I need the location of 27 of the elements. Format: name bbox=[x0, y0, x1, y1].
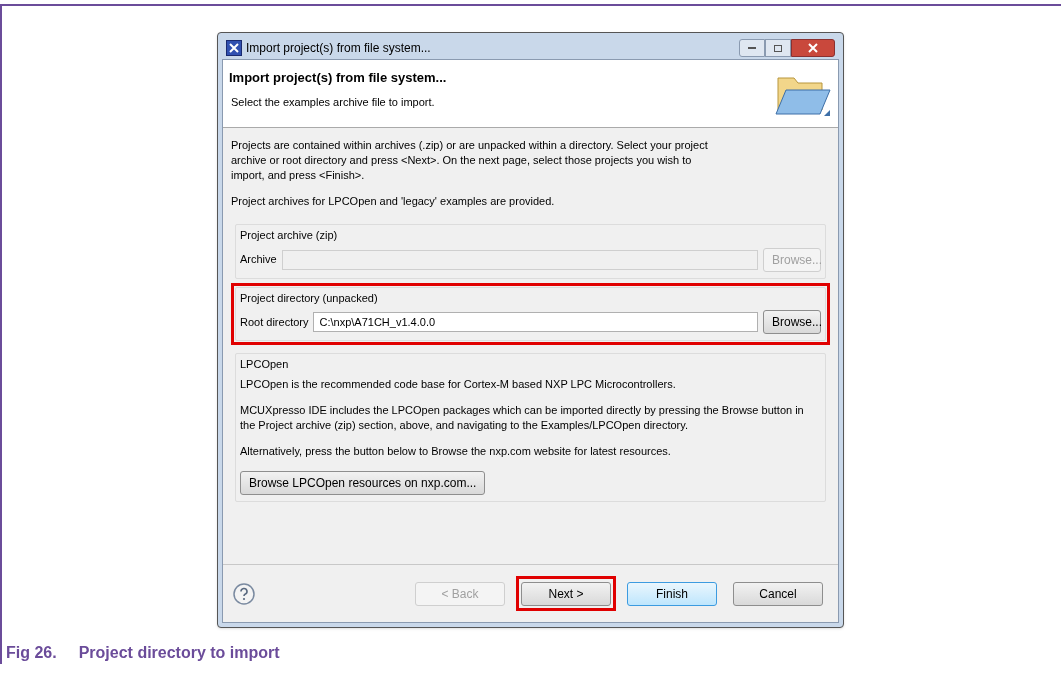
field-label: Root directory bbox=[240, 314, 309, 330]
info-text: Alternatively, press the button below to Browse the nxp.com website for latest resources. bbox=[240, 443, 672, 459]
figure-caption: Project directory to import bbox=[78, 643, 280, 663]
intro-text: Projects are contained within archives (.zip) or are unpacked within a directory. Select your project archive or root directory and press <Next>. On the next page, select those projects you wish to import, and press <Finish>. bbox=[231, 138, 709, 183]
close-button[interactable] bbox=[791, 39, 835, 57]
dialog-button[interactable]: Finish bbox=[627, 582, 717, 606]
field-label: Archive bbox=[240, 252, 277, 268]
header-title: Import project(s) from file system... bbox=[229, 69, 447, 87]
dialog-button[interactable]: Browse LPCOpen resources on nxp.com... bbox=[240, 470, 486, 495]
dialog-button[interactable]: Browse... bbox=[763, 310, 821, 334]
dialog-button[interactable]: Next > bbox=[521, 582, 611, 606]
app-icon bbox=[226, 40, 242, 56]
group-title: Project directory (unpacked) bbox=[240, 290, 379, 306]
info-text: LPCOpen is the recommended code base for Cortex-M based NXP LPC Microcontrollers. bbox=[240, 376, 677, 392]
dialog-button[interactable]: Cancel bbox=[733, 582, 823, 606]
close-icon bbox=[808, 43, 818, 53]
window-title: Import project(s) from file system... bbox=[246, 40, 431, 57]
group-title: Project archive (zip) bbox=[240, 228, 339, 243]
minimize-button[interactable] bbox=[739, 39, 765, 57]
intro-text: Project archives for LPCOpen and 'legacy' examples are provided. bbox=[231, 194, 556, 209]
figure-number: Fig 26. bbox=[6, 643, 57, 663]
help-icon[interactable] bbox=[233, 582, 255, 605]
input-field[interactable]: C:\nxp\A71CH_v1.4.0.0 bbox=[313, 312, 758, 332]
info-text: MCUXpresso IDE includes the LPCOpen packages which can be imported directly by pressing the Browse button in the Project archive (zip) section, above, and navigating to the Examples/LPCOpen directory. bbox=[240, 402, 805, 433]
group-title: LPCOpen bbox=[240, 357, 290, 372]
maximize-button[interactable] bbox=[765, 39, 791, 57]
header-subtitle: Select the examples archive file to import. bbox=[230, 94, 436, 110]
